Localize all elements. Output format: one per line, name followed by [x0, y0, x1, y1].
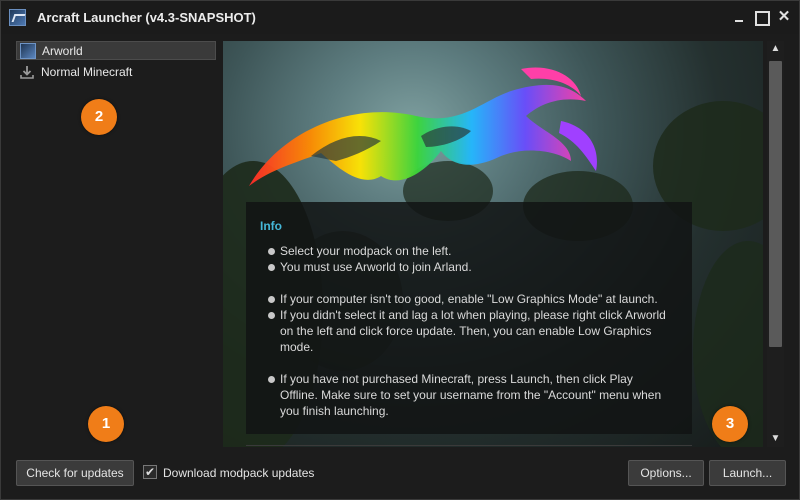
download-icon — [19, 64, 35, 80]
sidebar-item-arworld[interactable]: Arworld — [16, 41, 216, 60]
info-line: you finish launching. — [280, 404, 389, 418]
close-icon[interactable]: ✕ — [776, 9, 792, 25]
info-title: Info — [260, 219, 282, 233]
download-updates-label[interactable]: Download modpack updates — [163, 466, 314, 480]
launcher-window: Arcraft Launcher (v4.3-SNAPSHOT) ✕ Arwor… — [0, 0, 800, 500]
marker-1: 1 — [88, 406, 124, 442]
arworld-logo-icon — [249, 67, 597, 186]
scroll-up-icon[interactable]: ▲ — [767, 41, 784, 57]
bullet-icon — [268, 312, 275, 319]
vertical-scrollbar[interactable]: ▲ ▼ — [767, 41, 784, 447]
launch-button[interactable]: Launch... — [709, 460, 786, 486]
marker-2: 2 — [81, 99, 117, 135]
news-panel: Info Select your modpack on the left. Yo… — [223, 41, 763, 447]
divider — [246, 445, 692, 446]
bullet-icon — [268, 264, 275, 271]
download-updates-checkbox[interactable]: ✔ — [143, 465, 157, 479]
window-title: Arcraft Launcher (v4.3-SNAPSHOT) — [37, 10, 256, 25]
arworld-icon — [20, 42, 36, 59]
title-bar[interactable]: Arcraft Launcher (v4.3-SNAPSHOT) ✕ — [1, 1, 799, 34]
bullet-icon — [268, 248, 275, 255]
bullet-icon — [268, 376, 275, 383]
info-box: Info Select your modpack on the left. Yo… — [246, 202, 692, 434]
options-button[interactable]: Options... — [628, 460, 704, 486]
marker-3: 3 — [712, 406, 748, 442]
info-line: Select your modpack on the left. — [280, 244, 452, 258]
modpack-list: Arworld Normal Minecraft — [16, 41, 216, 451]
sidebar-item-label: Normal Minecraft — [41, 64, 133, 79]
check-for-updates-button[interactable]: Check for updates — [16, 460, 134, 486]
info-line: You must use Arworld to join Arland. — [280, 260, 472, 274]
scroll-down-icon[interactable]: ▼ — [767, 431, 784, 447]
scrollbar-thumb[interactable] — [769, 61, 782, 347]
app-icon — [9, 9, 26, 26]
info-line: Offline. Make sure to set your username … — [280, 388, 662, 402]
sidebar-item-normal-minecraft[interactable]: Normal Minecraft — [16, 62, 216, 81]
info-line: mode. — [280, 340, 314, 354]
sidebar-item-label: Arworld — [42, 43, 83, 58]
info-line: on the left and click force update. Then… — [280, 324, 652, 338]
info-line: If you have not purchased Minecraft, pre… — [280, 372, 633, 386]
info-line: If your computer isn't too good, enable … — [280, 292, 658, 306]
info-line: If you didn't select it and lag a lot wh… — [280, 308, 666, 322]
minimize-icon[interactable] — [731, 9, 747, 25]
maximize-icon[interactable] — [753, 9, 770, 26]
bullet-icon — [268, 296, 275, 303]
